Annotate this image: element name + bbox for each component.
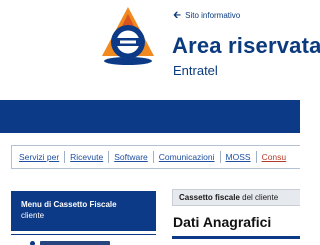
- menu-moss[interactable]: MOSS: [221, 151, 257, 163]
- app-title: Area riservata: [172, 33, 320, 58]
- service-menu: Servizi per Ricevute Software Comunicazi…: [11, 145, 300, 169]
- title-divider: [172, 236, 300, 239]
- back-to-site-link[interactable]: 🡰 Sito informativo: [173, 11, 240, 21]
- menu-consultazioni[interactable]: Consu: [257, 151, 292, 163]
- breadcrumb-section: Cassetto fiscale: [179, 193, 240, 202]
- side-menu-heading: Menu di Cassetto Fiscale cliente: [11, 191, 156, 231]
- back-link-label: Sito informativo: [185, 11, 241, 20]
- page-title: Dati Anagrafici: [173, 214, 272, 230]
- side-menu-item-label: [40, 241, 110, 245]
- bullet-icon: [30, 241, 35, 245]
- breadcrumb-context: del cliente: [239, 193, 279, 202]
- menu-servizi-per[interactable]: Servizi per: [19, 151, 66, 163]
- app-subtitle: Entratel: [173, 63, 218, 78]
- menu-ricevute[interactable]: Ricevute: [65, 151, 110, 163]
- menu-software[interactable]: Software: [109, 151, 154, 163]
- menu-comunicazioni[interactable]: Comunicazioni: [154, 151, 221, 163]
- arrow-left-icon: 🡰: [173, 10, 182, 21]
- side-menu-divider: [11, 234, 156, 235]
- side-menu-heading-line1: Menu di Cassetto Fiscale: [21, 200, 117, 209]
- breadcrumb: Cassetto fiscale del cliente: [172, 189, 300, 206]
- side-menu-heading-line2: cliente: [21, 211, 45, 220]
- agenzia-entrate-logo-icon[interactable]: [96, 6, 160, 66]
- site-header: 🡰 Sito informativo Area riservata Entrat…: [0, 0, 320, 100]
- header-band: [0, 100, 300, 133]
- side-menu-item[interactable]: [20, 239, 150, 245]
